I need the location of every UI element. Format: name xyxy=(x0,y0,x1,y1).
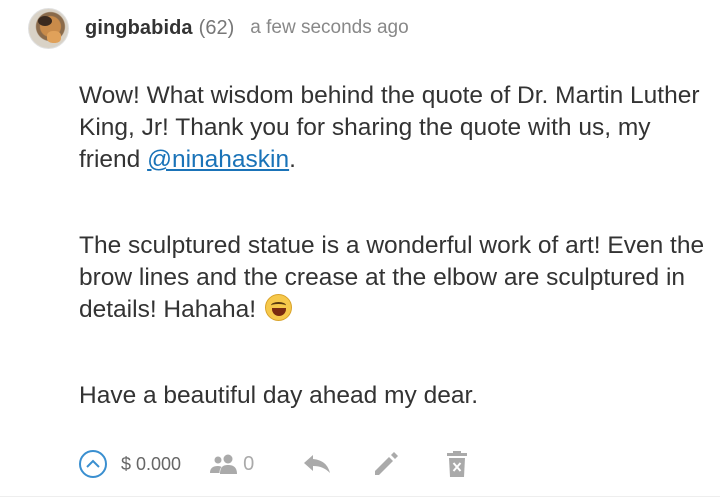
delete-icon xyxy=(447,451,468,477)
author-name[interactable]: gingbabida xyxy=(85,17,193,40)
edit-button[interactable] xyxy=(372,450,400,478)
delete-button[interactable] xyxy=(446,451,468,477)
voters-count: 0 xyxy=(243,452,255,475)
comment-header: gingbabida (62) a few seconds ago xyxy=(28,7,409,49)
comment-paragraph: Have a beautiful day ahead my dear. xyxy=(79,380,709,412)
avatar[interactable] xyxy=(28,7,69,49)
comment-timestamp[interactable]: a few seconds ago xyxy=(250,17,408,39)
upvote-button[interactable] xyxy=(79,450,107,478)
edit-icon xyxy=(375,452,399,475)
voters-icon xyxy=(210,454,238,474)
comment: gingbabida (62) a few seconds ago Wow! W… xyxy=(0,0,720,497)
author-reputation: (62) xyxy=(198,16,235,39)
reply-icon xyxy=(304,455,331,473)
comment-paragraph: Wow! What wisdom behind the quote of Dr.… xyxy=(79,80,709,176)
laughing-emoji-icon xyxy=(264,294,292,321)
user-mention-link[interactable]: @ninahaskin xyxy=(147,146,289,173)
comment-paragraph: The sculptured statue is a wonderful wor… xyxy=(79,230,709,326)
paragraph-text: . xyxy=(289,146,296,173)
paragraph-text: Have a beautiful day ahead my dear. xyxy=(79,382,479,409)
reply-button[interactable] xyxy=(302,453,332,475)
comment-body: Wow! What wisdom behind the quote of Dr.… xyxy=(79,80,709,412)
upvote-icon xyxy=(86,459,100,468)
voters-button[interactable]: 0 xyxy=(209,453,254,476)
paragraph-text: The sculptured statue is a wonderful wor… xyxy=(79,232,705,323)
payout-value[interactable]: $ 0.000 xyxy=(121,454,181,475)
comment-footer: $ 0.000 0 xyxy=(79,446,468,482)
